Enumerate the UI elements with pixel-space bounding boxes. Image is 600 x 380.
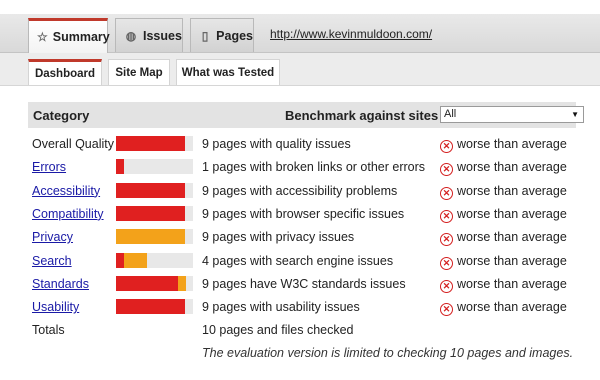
- subtab-what-was-tested[interactable]: What was Tested: [176, 59, 280, 85]
- site-url-link[interactable]: http://www.kevinmuldoon.com/: [270, 27, 432, 41]
- top-tab-bar: ☆ Summary ◍ Issues ▯ Pages http://www.ke…: [0, 0, 600, 53]
- category-description: 9 pages with privacy issues: [202, 230, 355, 245]
- comparison-text: worse than average: [457, 230, 567, 245]
- tab-pages[interactable]: ▯ Pages: [190, 18, 254, 52]
- bar-segment-red: [116, 299, 185, 315]
- bar-segment-red: [116, 205, 185, 221]
- category-description: 9 pages with browser specific issues: [202, 206, 405, 221]
- category-header: Category: [33, 108, 90, 123]
- category-description: 9 pages with usability issues: [202, 300, 360, 315]
- category-name[interactable]: Errors: [32, 160, 66, 174]
- bar-segment-orange: [124, 252, 147, 268]
- table-row: Overall Quality 9 pages with quality issu…: [0, 134, 600, 156]
- error-circle-icon: ✕: [440, 140, 453, 153]
- bar-segment-orange: [116, 229, 185, 245]
- table-row: Standards 9 pages have W3C standards issu…: [0, 274, 600, 296]
- subtab-site-map[interactable]: Site Map: [108, 59, 170, 85]
- sub-tab-bar: Dashboard Site Map What was Tested: [0, 53, 600, 86]
- category-name[interactable]: Usability: [32, 300, 79, 314]
- category-description: 9 pages with accessibility problems: [202, 183, 398, 198]
- tab-summary-label: Summary: [52, 30, 110, 44]
- category-name: Overall Quality: [32, 137, 114, 151]
- comparison-text: worse than average: [457, 276, 567, 291]
- totals-row: Totals 10 pages and files checked: [0, 320, 600, 342]
- category-name[interactable]: Privacy: [32, 230, 73, 244]
- star-icon: ☆: [37, 30, 48, 44]
- bar-segment-orange: [178, 275, 186, 291]
- comparison-status: ✕ worse than average: [440, 160, 567, 177]
- totals-description: 10 pages and files checked: [202, 323, 354, 337]
- bar-segment-red: [116, 136, 185, 151]
- table-row: Errors 1 pages with broken links or other…: [0, 157, 600, 179]
- quality-bar: [116, 252, 193, 268]
- error-circle-icon: ✕: [440, 256, 453, 270]
- error-circle-icon: ✕: [440, 279, 453, 293]
- comparison-text: worse than average: [457, 183, 567, 198]
- category-name[interactable]: Compatibility: [32, 207, 104, 221]
- comparison-status: ✕ worse than average: [440, 207, 567, 223]
- subtab-dashboard[interactable]: Dashboard: [28, 59, 102, 85]
- benchmark-select[interactable]: All ▼: [440, 106, 584, 123]
- comparison-text: worse than average: [457, 253, 567, 268]
- document-icon: ▯: [201, 28, 209, 43]
- category-name[interactable]: Accessibility: [32, 184, 100, 198]
- totals-label: Totals: [32, 323, 65, 337]
- quality-bar: [116, 182, 193, 198]
- tab-issues-label: Issues: [143, 28, 182, 43]
- table-header: Category Benchmark against sites All ▼: [28, 102, 584, 128]
- bar-segment-red: [116, 275, 178, 291]
- error-circle-icon: ✕: [440, 303, 453, 317]
- bar-segment-red: [116, 182, 185, 198]
- quality-bar: [116, 275, 193, 291]
- category-name[interactable]: Standards: [32, 277, 89, 291]
- category-description: 9 pages have W3C standards issues: [202, 276, 406, 291]
- error-circle-icon: ✕: [440, 209, 453, 223]
- quality-bar: [116, 159, 193, 175]
- bar-segment-red: [116, 159, 124, 175]
- quality-bar: [116, 299, 193, 315]
- comparison-status: ✕ worse than average: [440, 184, 567, 200]
- error-circle-icon: ✕: [440, 163, 453, 177]
- comparison-status: ✕ worse than average: [440, 137, 567, 153]
- comparison-text: worse than average: [457, 300, 567, 315]
- comparison-status: ✕ worse than average: [440, 230, 567, 247]
- table-row: Privacy 9 pages with privacy issues ✕ worse…: [0, 227, 600, 249]
- comparison-text: worse than average: [457, 137, 567, 151]
- benchmark-select-value: All: [444, 108, 457, 120]
- quality-bar: [116, 229, 193, 245]
- comparison-status: ✕ worse than average: [440, 254, 567, 270]
- table-row: Search 4 pages with search engine issues ✕…: [0, 251, 600, 273]
- category-name[interactable]: Search: [32, 254, 72, 268]
- tab-issues[interactable]: ◍ Issues: [115, 18, 183, 52]
- comparison-status: ✕ worse than average: [440, 277, 567, 293]
- category-description: 9 pages with quality issues: [202, 137, 351, 151]
- quality-bar: [116, 205, 193, 221]
- bar-segment-red: [116, 252, 124, 268]
- tab-pages-label: Pages: [216, 28, 253, 43]
- globe-icon: ◍: [125, 28, 137, 43]
- table-row: Compatibility 9 pages with browser specif…: [0, 204, 600, 226]
- quality-bar: [116, 136, 193, 151]
- comparison-text: worse than average: [457, 160, 567, 175]
- error-circle-icon: ✕: [440, 233, 453, 247]
- comparison-text: worse than average: [457, 206, 567, 221]
- comparison-status: ✕ worse than average: [440, 300, 567, 317]
- chevron-down-icon: ▼: [571, 110, 579, 119]
- table-row: Usability 9 pages with usability issues ✕ w…: [0, 297, 600, 319]
- category-description: 1 pages with broken links or other error…: [202, 160, 426, 175]
- tab-summary[interactable]: ☆ Summary: [28, 18, 110, 53]
- benchmark-label: Benchmark against sites: [285, 108, 439, 123]
- table-row: Accessibility 9 pages with accessibility …: [0, 181, 600, 203]
- category-description: 4 pages with search engine issues: [202, 253, 394, 268]
- error-circle-icon: ✕: [440, 186, 453, 200]
- evaluation-note: The evaluation version is limited to che…: [202, 346, 574, 360]
